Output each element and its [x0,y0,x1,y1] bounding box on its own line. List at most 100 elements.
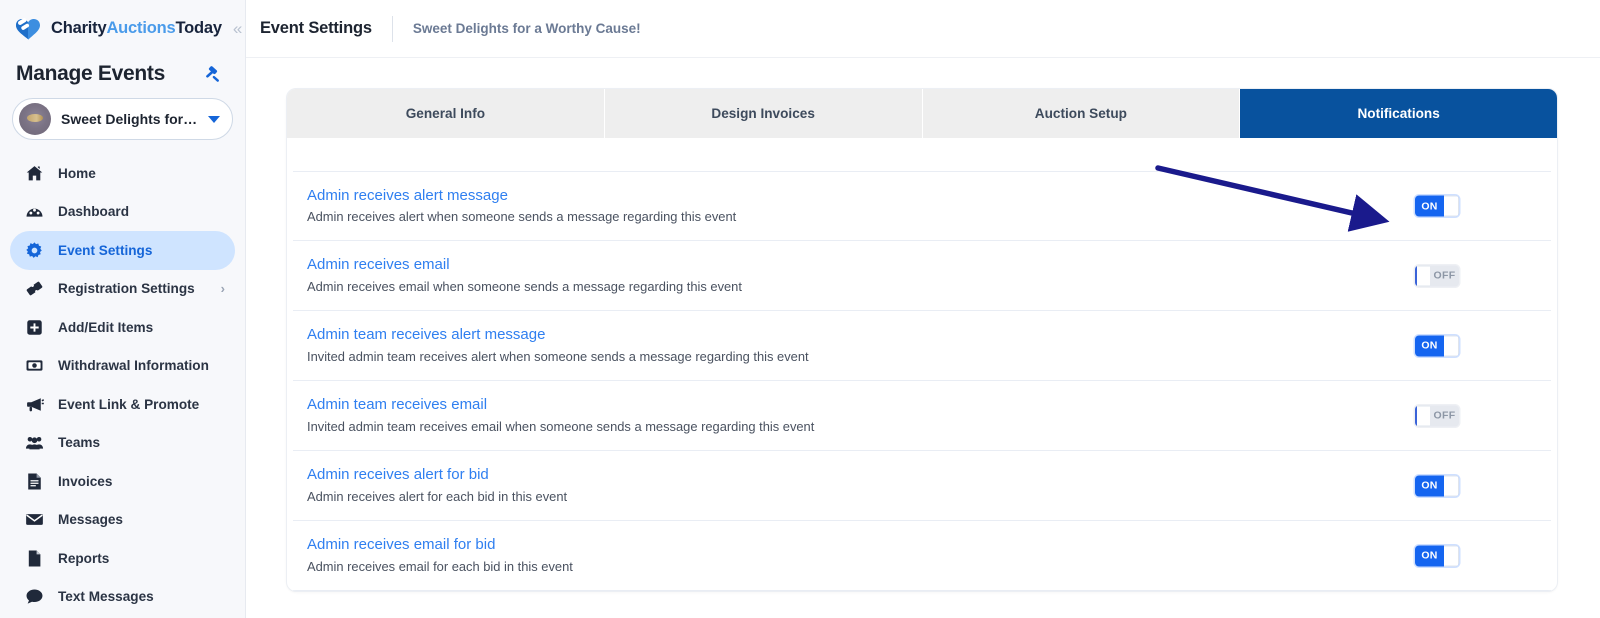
notification-toggle[interactable]: ON [1415,195,1459,217]
notification-toggle-wrap: ON [1415,195,1459,217]
notification-toggle-wrap: ON [1415,335,1459,356]
sidebar-item-event-link-promote[interactable]: Event Link & Promote [10,385,235,424]
notification-row: Admin team receives alert message Invite… [293,311,1551,381]
invoice-icon [24,471,44,491]
notification-toggle[interactable]: ON [1415,545,1459,566]
toggle-knob [1444,475,1459,496]
toggle-state-label: ON [1421,339,1438,352]
gavel-icon [203,64,223,84]
notification-title[interactable]: Admin receives email [307,256,742,274]
notification-toggle[interactable]: OFF [1415,405,1459,426]
dashboard-icon [24,202,44,222]
sidebar-item-label: Add/Edit Items [58,319,154,335]
tab-auction-setup[interactable]: Auction Setup [922,89,1241,138]
app-root: CharityAuctionsToday « Manage Events Swe… [0,0,1600,618]
manage-events-header: Manage Events [0,56,245,96]
sidebar-item-label: Home [58,165,96,181]
ticket-icon [24,279,44,299]
notification-description: Admin receives email for each bid in thi… [307,558,573,574]
chevron-down-icon[interactable] [208,115,220,123]
notification-title[interactable]: Admin receives alert message [307,187,736,205]
sidebar-item-add-edit-items[interactable]: Add/Edit Items [10,308,235,347]
notification-row: Admin receives email for bid Admin recei… [293,521,1551,591]
sidebar-item-messages[interactable]: Messages [10,501,235,540]
collapse-sidebar-icon[interactable]: « [233,20,242,37]
sidebar-item-dashboard[interactable]: Dashboard [10,193,235,232]
charity-auctions-today-logo-icon [14,15,44,41]
chat-bubble-icon [24,587,44,607]
notification-texts: Admin receives alert message Admin recei… [307,187,737,225]
sidebar-item-invoices[interactable]: Invoices [10,462,235,501]
notification-title[interactable]: Admin receives alert for bid [307,466,567,484]
notification-row: Admin receives email Admin receives emai… [293,241,1551,311]
sidebar-item-label: Registration Settings [58,281,195,297]
notification-title[interactable]: Admin team receives alert message [307,326,809,344]
notification-toggle-wrap: OFF [1415,405,1459,426]
sidebar-item-withdrawal-information[interactable]: Withdrawal Information [10,347,235,386]
notification-texts: Admin receives email for bid Admin recei… [307,536,573,574]
sidebar-item-label: Invoices [58,473,113,489]
event-avatar [19,103,51,135]
toggle-knob [1444,335,1459,356]
toggle-state-label: OFF [1433,409,1456,422]
notification-toggle[interactable]: OFF [1415,265,1459,286]
notification-texts: Admin receives alert for bid Admin recei… [307,466,568,504]
sidebar-item-label: Teams [58,435,101,451]
tab-general-info[interactable]: General Info [287,89,605,138]
notification-texts: Admin receives email Admin receives emai… [307,256,742,294]
sidebar-item-label: Text Messages [58,589,154,605]
settings-card: General Info Design Invoices Auction Set… [286,88,1558,592]
tab-notifications[interactable]: Notifications [1240,89,1557,138]
settings-tabs: General Info Design Invoices Auction Set… [287,89,1557,138]
plus-square-icon [24,317,44,337]
toggle-knob [1415,405,1430,426]
notification-row: Admin receives alert message Admin recei… [293,171,1551,241]
brand-title-part-2: Auctions [106,18,176,37]
toggle-state-label: ON [1421,479,1438,492]
home-icon [24,163,44,183]
sidebar-item-label: Event Link & Promote [58,396,200,412]
toggle-state-label: ON [1421,200,1438,212]
sidebar-item-teams[interactable]: Teams [10,424,235,463]
brand-header: CharityAuctionsToday « [0,0,245,56]
toggle-knob [1415,265,1430,286]
notification-title[interactable]: Admin receives email for bid [307,536,573,554]
top-header-bar: Event Settings Sweet Delights for a Wort… [246,0,1600,58]
manage-events-title: Manage Events [16,62,165,85]
sidebar-item-reports[interactable]: Reports [10,539,235,578]
toggle-knob [1444,195,1459,217]
notification-toggle[interactable]: ON [1415,475,1459,496]
notification-texts: Admin team receives email Invited admin … [307,396,815,434]
notification-description: Invited admin team receives email when s… [307,418,815,434]
header-divider [391,15,393,42]
tab-design-invoices[interactable]: Design Invoices [604,89,923,138]
notification-row: Admin receives alert for bid Admin recei… [293,451,1551,521]
sidebar-item-label: Withdrawal Information [58,358,209,374]
sidebar-nav: Home Dashboard Event Settings Registrati… [0,150,245,616]
notification-toggle[interactable]: ON [1415,335,1459,356]
notification-toggle-wrap: OFF [1415,265,1459,286]
sidebar-item-text-messages[interactable]: Text Messages [10,578,235,617]
event-selector-label: Sweet Delights for a ... [61,111,198,127]
notification-description: Admin receives alert when someone sends … [307,209,737,224]
gear-icon [24,240,44,260]
notification-title[interactable]: Admin team receives email [307,396,814,414]
sidebar-item-registration-settings[interactable]: Registration Settings › [10,270,235,309]
notification-description: Admin receives alert for each bid in thi… [307,488,568,504]
chevron-right-icon[interactable]: › [221,282,225,295]
brand-title-part-1: Charity [51,18,107,37]
people-icon [24,433,44,453]
sidebar: CharityAuctionsToday « Manage Events Swe… [0,0,246,618]
main-content: Event Settings Sweet Delights for a Wort… [246,0,1600,618]
toggle-knob [1444,545,1459,566]
notification-toggle-wrap: ON [1415,475,1459,496]
sidebar-item-home[interactable]: Home [10,154,235,193]
page-title: Event Settings [260,19,372,37]
sidebar-item-event-settings[interactable]: Event Settings [10,231,235,270]
brand-title: CharityAuctionsToday [51,19,222,38]
sidebar-item-label: Event Settings [58,242,153,258]
event-selector[interactable]: Sweet Delights for a ... [12,98,233,140]
notifications-list: Admin receives alert message Admin recei… [287,171,1557,591]
brand-title-part-3: Today [175,18,222,37]
document-icon [24,548,44,568]
